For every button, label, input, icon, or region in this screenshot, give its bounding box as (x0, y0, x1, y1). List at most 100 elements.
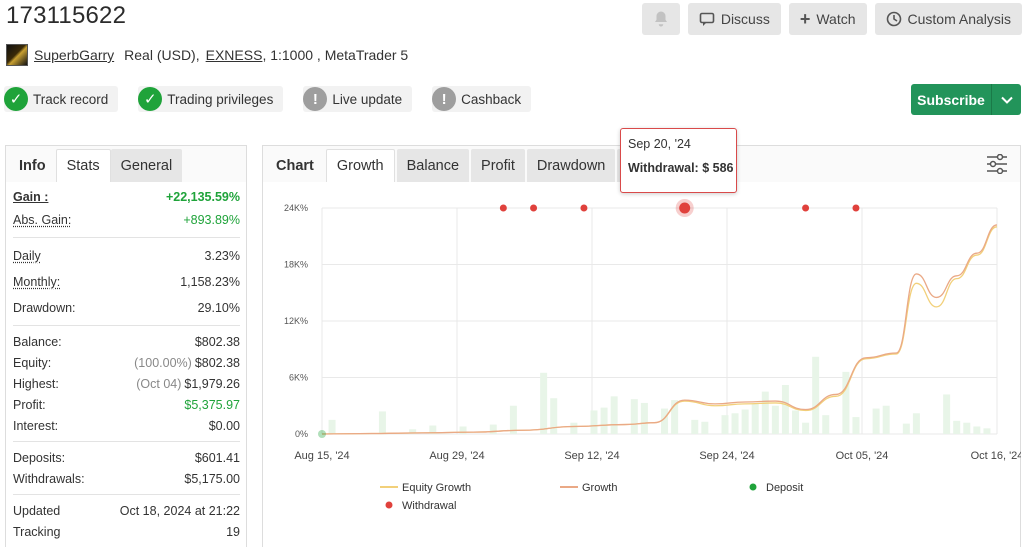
stat-label: Deposits: (13, 450, 66, 465)
chart-bar (701, 421, 709, 434)
plus-icon: + (799, 9, 811, 29)
stat-label: Equity: (13, 355, 52, 370)
chart-bar (640, 402, 648, 434)
withdrawal-point (499, 204, 507, 212)
y-tick-label: 18K% (284, 260, 308, 270)
discuss-label: Discuss (720, 11, 770, 27)
stat-label[interactable]: Gain : (13, 190, 48, 204)
chart-bar (378, 411, 386, 434)
chart-bar (731, 413, 739, 434)
badge-track-record[interactable]: ✓ Track record (4, 86, 119, 112)
chevron-down-icon (1000, 96, 1013, 104)
subscribe-dropdown[interactable] (991, 84, 1021, 115)
y-tick-label: 0% (295, 429, 308, 439)
chart-bar (661, 408, 669, 434)
chart-bar (630, 399, 638, 434)
x-tick-label: Aug 29, '24 (429, 450, 484, 462)
stat-interest: Interest: $0.00 (13, 415, 240, 436)
broker-link[interactable]: EXNESS (206, 47, 263, 63)
watch-button[interactable]: + Watch (788, 3, 867, 35)
tooltip-value-line: Withdrawal: $ 586 (628, 161, 736, 175)
stat-label[interactable]: Monthly: (13, 275, 60, 289)
tab-profit[interactable]: Profit (471, 149, 525, 182)
stat-value: $5,175.00 (184, 471, 240, 486)
x-tick-label: Sep 12, '24 (564, 450, 619, 462)
check-icon: ✓ (4, 87, 28, 111)
stat-tracking: Tracking 19 (13, 521, 240, 542)
chart-bar (328, 419, 336, 434)
badge-label: Track record (33, 91, 109, 107)
tab-general[interactable]: General (110, 149, 183, 182)
chart-bar (489, 424, 497, 434)
badge-trading-privileges[interactable]: ✓ Trading privileges (138, 86, 284, 112)
stat-label[interactable]: Abs. Gain: (13, 213, 71, 227)
growth-chart[interactable]: 0% 6K% 12K% 18K% 24K% Aug 15, '24 Aug 29, '24… (262, 182, 1021, 547)
stat-daily: Daily 3.23% (13, 243, 240, 269)
tooltip-date: Sep 20, '24 (628, 137, 691, 151)
chart-bar (872, 408, 880, 434)
chart-settings-icon[interactable] (986, 154, 1008, 174)
badge-live-update[interactable]: ! Live update (303, 86, 413, 112)
check-icon: ✓ (138, 87, 163, 111)
tab-balance[interactable]: Balance (396, 149, 470, 182)
badge-cashback[interactable]: ! Cashback (432, 86, 532, 112)
stat-label: Drawdown: (13, 300, 76, 315)
chart-bar (802, 422, 810, 434)
notify-button[interactable] (641, 3, 680, 35)
stat-drawdown: Drawdown: 29.10% (13, 295, 240, 320)
stat-label: Balance: (13, 334, 62, 349)
y-axis: 0% 6K% 12K% 18K% 24K% (284, 203, 308, 439)
badge-label: Trading privileges (167, 91, 274, 107)
chart-bar (600, 407, 608, 434)
series-line-equity-growth (321, 226, 998, 435)
chart-bar (912, 413, 920, 434)
tab-stats[interactable]: Stats (55, 149, 111, 182)
custom-analysis-button[interactable]: Custom Analysis (874, 3, 1022, 35)
withdrawal-point (802, 204, 810, 212)
tab-growth[interactable]: Growth (325, 149, 395, 182)
stat-value: $601.41 (194, 450, 240, 465)
chart-markers (318, 199, 860, 438)
subscribe-label[interactable]: Subscribe (911, 84, 991, 115)
chat-icon (699, 12, 715, 26)
clock-icon (886, 11, 901, 27)
stat-label: Interest: (13, 418, 59, 433)
equity-pct: (100.00%) (134, 355, 192, 370)
account-meta: SuperbGarry Real (USD), EXNESS , 1:1000 … (6, 44, 408, 66)
chart-bar (882, 405, 890, 434)
chart-bar (902, 423, 910, 434)
stat-updated: Updated Oct 18, 2024 at 21:22 (13, 500, 240, 521)
owner-link[interactable]: SuperbGarry (34, 47, 114, 63)
legend-label: Withdrawal (402, 500, 456, 512)
chart-bar (540, 372, 548, 434)
exclamation-icon: ! (303, 87, 328, 111)
stat-value: +893.89% (183, 212, 240, 227)
chart-bar (792, 410, 800, 434)
chart-legend: Equity Growth Growth Deposit Withdrawal (380, 482, 803, 512)
chart-tooltip: Sep 20, '24 Withdrawal: $ 586 (620, 128, 737, 193)
stat-value: Oct 18, 2024 at 21:22 (119, 503, 240, 518)
stat-abs-gain: Abs. Gain: +893.89% (13, 207, 240, 232)
chart-bar (721, 415, 729, 434)
stat-value: +22,135.59% (165, 189, 240, 204)
avatar[interactable] (6, 44, 28, 66)
stat-profit: Profit: $5,375.97 (13, 394, 240, 415)
stat-label[interactable]: Daily (13, 249, 41, 263)
badge-label: Live update (332, 91, 403, 107)
legend-label: Growth (582, 482, 617, 494)
stat-highest: Highest: (Oct 04) $1,979.26 (13, 373, 240, 394)
withdrawal-point (530, 204, 538, 212)
chart-bar (610, 396, 618, 434)
chart-bar (761, 391, 769, 434)
withdrawal-point (852, 204, 860, 212)
tab-drawdown[interactable]: Drawdown (526, 149, 616, 182)
info-panel: Info Stats General Gain : +22,135.59% Ab… (5, 145, 247, 547)
subscribe-button[interactable]: Subscribe (911, 84, 1021, 115)
chart-bar (822, 415, 830, 434)
discuss-button[interactable]: Discuss (687, 3, 781, 35)
x-tick-label: Oct 05, '24 (836, 450, 889, 462)
chart-bar (953, 420, 961, 434)
stats-list: Gain : +22,135.59% Abs. Gain: +893.89% D… (6, 182, 246, 542)
chart-bar (751, 403, 759, 434)
stat-label: Highest: (13, 376, 59, 391)
